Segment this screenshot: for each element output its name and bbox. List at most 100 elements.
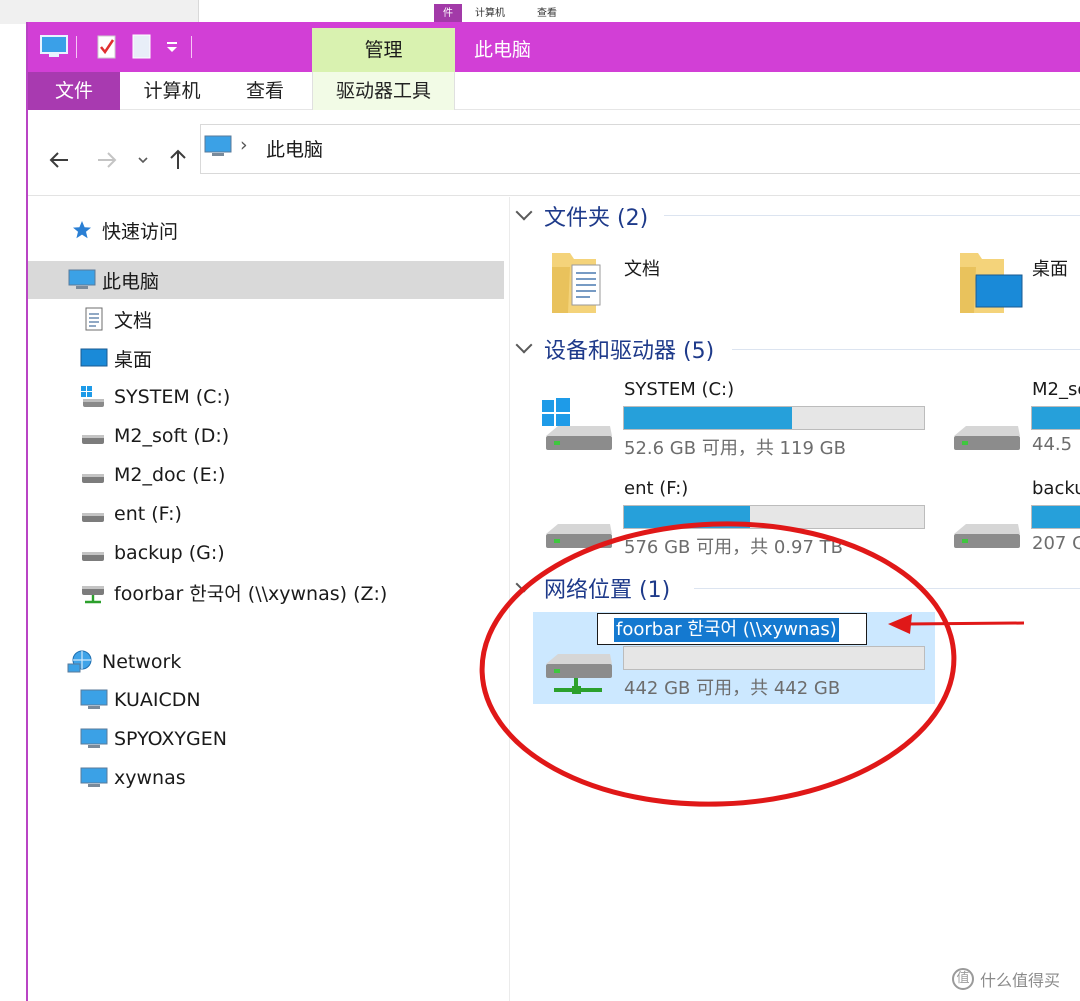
sidebar-item-documents[interactable]: 文档 bbox=[28, 300, 504, 338]
computer-icon bbox=[68, 268, 96, 292]
chevron-down-icon[interactable] bbox=[515, 203, 533, 221]
tab-file[interactable]: 文件 bbox=[28, 72, 120, 110]
sidebar-item-label: Network bbox=[102, 651, 182, 673]
quick-access-divider bbox=[76, 36, 77, 58]
drive-icon bbox=[80, 541, 106, 565]
sidebar-item-label: ent (F:) bbox=[114, 503, 182, 525]
drive-usage-bar bbox=[623, 505, 925, 529]
drive-name[interactable]: backu bbox=[1032, 478, 1080, 499]
sidebar-item-label: KUAICDN bbox=[114, 689, 201, 711]
breadcrumb[interactable]: 此电脑 bbox=[266, 135, 323, 162]
sidebar-item-label: 文档 bbox=[114, 309, 153, 332]
background-window-file-tab: 件 bbox=[434, 4, 462, 24]
drive-name[interactable]: SYSTEM (C:) bbox=[624, 379, 734, 400]
sidebar-item-label: backup (G:) bbox=[114, 542, 225, 564]
computer-icon bbox=[80, 688, 108, 712]
chevron-down-icon[interactable] bbox=[164, 34, 180, 60]
drive-icon[interactable] bbox=[540, 494, 616, 552]
background-window: 件 计算机 查看 bbox=[0, 0, 1080, 24]
sidebar-item-label: M2_soft (D:) bbox=[114, 425, 230, 447]
background-window-computer-tab: 计算机 bbox=[475, 8, 505, 19]
sidebar-item-m2-soft-d[interactable]: M2_soft (D:) bbox=[28, 417, 504, 455]
sidebar-item-spyoxygen[interactable]: SPYOXYGEN bbox=[28, 720, 504, 758]
network-icon bbox=[66, 650, 92, 674]
drive-icon[interactable] bbox=[948, 494, 1024, 552]
sidebar-item-kuaicdn[interactable]: KUAICDN bbox=[28, 681, 504, 719]
drive-usage-bar bbox=[1031, 406, 1080, 430]
rename-input-selected-text: foorbar 한국어 (\\xywnas) bbox=[614, 618, 839, 642]
tab-manage[interactable]: 管理 bbox=[312, 28, 455, 72]
drive-name[interactable]: M2_so bbox=[1032, 379, 1080, 400]
drive-name[interactable]: ent (F:) bbox=[624, 478, 688, 499]
windows-drive-icon[interactable] bbox=[540, 396, 616, 454]
address-bar[interactable] bbox=[200, 124, 1080, 174]
group-divider bbox=[694, 588, 1080, 589]
sidebar-item-label: 桌面 bbox=[114, 348, 153, 371]
drive-icon bbox=[80, 502, 106, 526]
drive-icon bbox=[80, 424, 106, 448]
rename-input[interactable]: foorbar 한국어 (\\xywnas) bbox=[597, 613, 867, 645]
watermark-logo-icon: 值 bbox=[952, 968, 974, 990]
file-explorer-window: 管理 此电脑 文件 计算机 查看 驱动器工具 › 此电脑 快速访问 此电脑 文档… bbox=[26, 22, 1080, 1001]
tab-computer[interactable]: 计算机 bbox=[128, 72, 216, 110]
properties-icon[interactable] bbox=[96, 34, 118, 60]
star-icon bbox=[70, 218, 96, 242]
background-window-view-tab: 查看 bbox=[537, 8, 557, 19]
forward-arrow-icon[interactable] bbox=[94, 148, 118, 176]
drive-icon bbox=[80, 463, 106, 487]
group-title: 文件夹 (2) bbox=[544, 206, 649, 231]
group-title: 网络位置 (1) bbox=[544, 578, 671, 603]
watermark: 值 什么值得买 bbox=[952, 966, 1072, 992]
recent-locations-chevron-icon[interactable] bbox=[136, 148, 150, 176]
computer-icon bbox=[80, 727, 108, 751]
quick-access-divider bbox=[191, 36, 192, 58]
drive-usage-fill bbox=[624, 407, 792, 429]
drive-space-info: 44.5 bbox=[1032, 434, 1073, 455]
chevron-down-icon[interactable] bbox=[515, 336, 533, 354]
pane-splitter[interactable] bbox=[509, 197, 510, 1001]
document-icon bbox=[82, 307, 108, 331]
desktop-folder-icon[interactable] bbox=[954, 247, 1024, 317]
drive-usage-fill bbox=[624, 506, 750, 528]
sidebar-item-this-pc[interactable]: 此电脑 bbox=[28, 261, 504, 299]
network-drive-icon bbox=[80, 580, 106, 604]
drive-icon[interactable] bbox=[948, 396, 1024, 454]
sidebar-item-m2-doc-e[interactable]: M2_doc (E:) bbox=[28, 456, 504, 494]
windows-drive-icon bbox=[80, 385, 106, 409]
sidebar-item-label: 快速访问 bbox=[102, 220, 179, 243]
window-title: 此电脑 bbox=[474, 39, 532, 61]
new-folder-icon[interactable] bbox=[132, 34, 152, 60]
sidebar-item-network[interactable]: Network bbox=[28, 643, 504, 681]
sidebar-item-xywnas[interactable]: xywnas bbox=[28, 759, 504, 797]
breadcrumb-chevron-icon[interactable]: › bbox=[240, 134, 248, 156]
network-drive-usage-bar bbox=[623, 646, 925, 670]
sidebar-item-network-drive-z[interactable]: foorbar 한국어 (\\xywnas) (Z:) bbox=[28, 573, 504, 611]
sidebar-item-label: SYSTEM (C:) bbox=[114, 386, 231, 408]
sidebar-item-desktop[interactable]: 桌面 bbox=[28, 339, 504, 377]
folder-name[interactable]: 文档 bbox=[624, 255, 660, 281]
folder-name[interactable]: 桌面 bbox=[1032, 255, 1068, 281]
sidebar-item-label: M2_doc (E:) bbox=[114, 464, 226, 486]
sidebar-item-system-c[interactable]: SYSTEM (C:) bbox=[28, 378, 504, 416]
drive-space-info: 207 G bbox=[1032, 533, 1080, 554]
chevron-down-icon[interactable] bbox=[515, 575, 533, 593]
sidebar-item-ent-f[interactable]: ent (F:) bbox=[28, 495, 504, 533]
tab-view[interactable]: 查看 bbox=[228, 72, 302, 110]
back-arrow-icon[interactable] bbox=[48, 148, 72, 176]
tab-drive-tools[interactable]: 驱动器工具 bbox=[312, 72, 455, 110]
drive-usage-bar bbox=[1031, 505, 1080, 529]
sidebar-item-quick-access[interactable]: 快速访问 bbox=[28, 211, 504, 249]
up-arrow-icon[interactable] bbox=[166, 148, 190, 176]
drive-usage-fill bbox=[1032, 506, 1080, 528]
network-drive-icon[interactable] bbox=[540, 638, 616, 700]
ribbon-tabs: 文件 计算机 查看 驱动器工具 bbox=[28, 72, 1080, 110]
network-drive-space-info: 442 GB 可用，共 442 GB bbox=[624, 678, 841, 699]
documents-folder-icon[interactable] bbox=[546, 247, 608, 317]
sidebar-item-label: 此电脑 bbox=[102, 270, 160, 293]
watermark-text: 什么值得买 bbox=[980, 971, 1061, 990]
title-bar: 管理 此电脑 bbox=[28, 22, 1080, 72]
drive-usage-bar bbox=[623, 406, 925, 430]
sidebar-item-backup-g[interactable]: backup (G:) bbox=[28, 534, 504, 572]
computer-icon bbox=[80, 766, 108, 790]
computer-icon[interactable] bbox=[40, 34, 68, 60]
